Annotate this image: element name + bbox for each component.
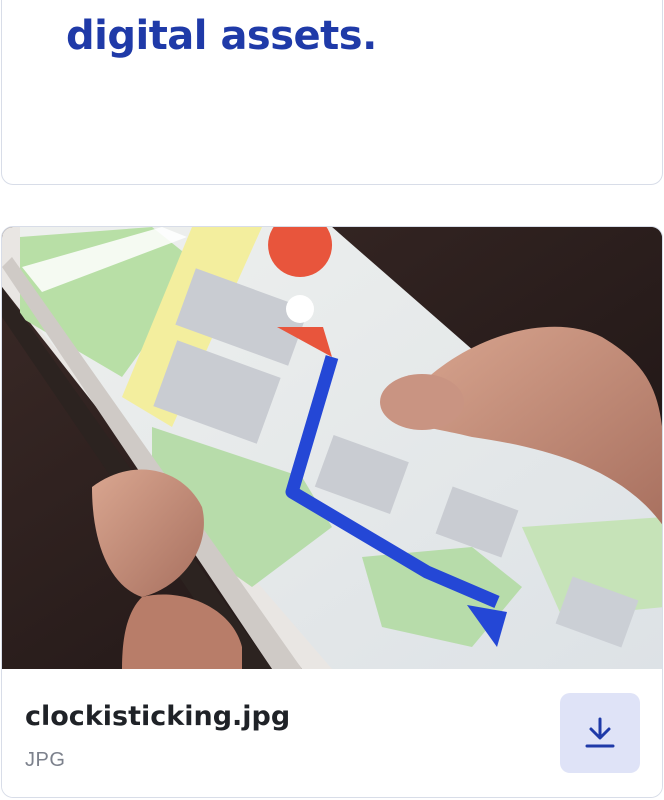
asset-filetype: JPG: [25, 749, 66, 771]
asset-footer: clockisticking.jpg JPG: [2, 669, 662, 797]
asset-thumbnail-image: [2, 227, 662, 669]
page: digital assets. clockisticking.jpg JPG: [0, 0, 664, 800]
asset-filename[interactable]: clockisticking.jpg: [25, 701, 290, 732]
asset-thumbnail[interactable]: [2, 227, 662, 669]
download-button[interactable]: [560, 693, 640, 773]
download-icon: [585, 717, 615, 748]
asset-card[interactable]: clockisticking.jpg JPG: [1, 226, 663, 798]
intro-card: digital assets.: [1, 0, 663, 185]
intro-headline: digital assets.: [66, 13, 377, 59]
